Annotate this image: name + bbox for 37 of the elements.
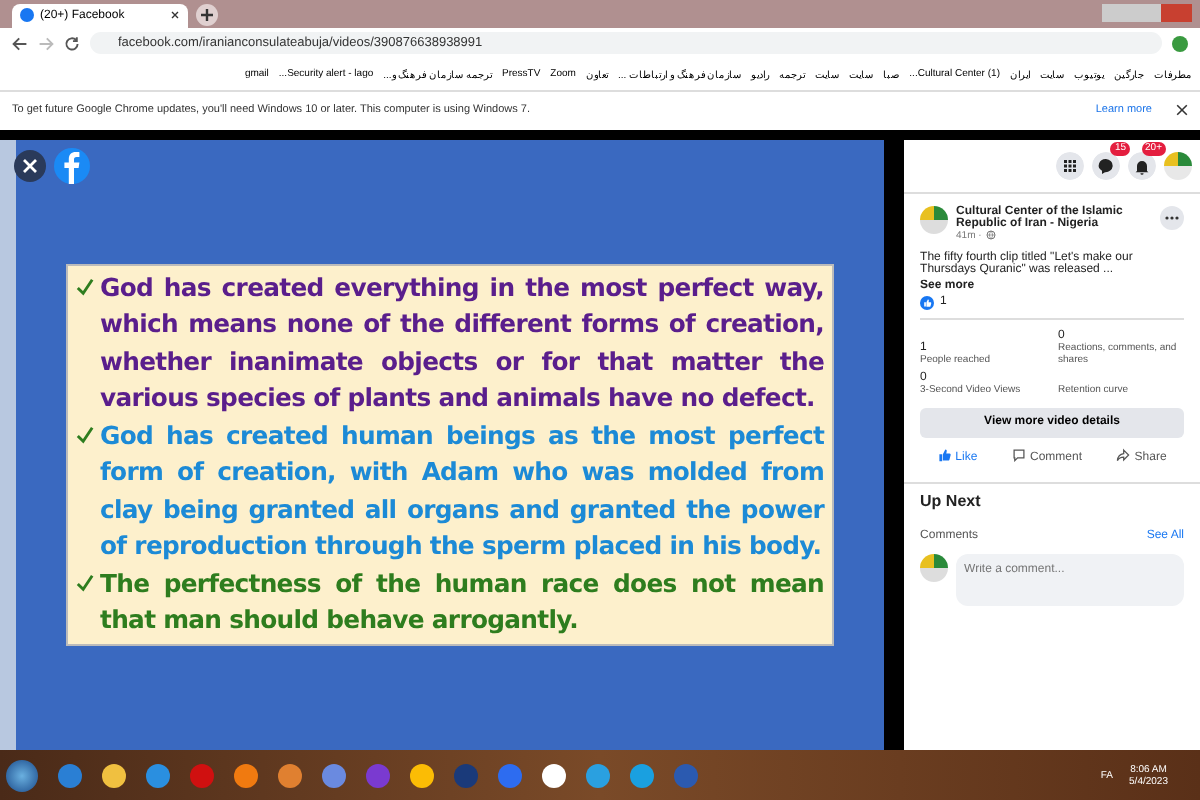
check-mark-icon bbox=[76, 573, 95, 592]
more-button[interactable] bbox=[1160, 205, 1184, 230]
page-avatar bbox=[920, 205, 949, 234]
facebook-icon bbox=[20, 8, 34, 23]
taskbar-app-icon[interactable] bbox=[278, 763, 302, 788]
slide-bullet-text: God has created everything in the most perfect way, which means none of the different forms of creation, whether inanimate objects or for that matter the various species of plants and animals have no defect. bbox=[100, 269, 825, 417]
check-mark-icon bbox=[76, 277, 95, 296]
back-icon[interactable] bbox=[12, 35, 28, 52]
slide-bullet-text: The perfectness of the human race does not mean that man should behave arrogantly. bbox=[100, 565, 825, 639]
new-tab-button[interactable] bbox=[196, 3, 218, 26]
profile-avatar[interactable] bbox=[1172, 35, 1188, 52]
thumbs-up-icon bbox=[937, 447, 952, 462]
menu-grid-icon[interactable] bbox=[1056, 151, 1084, 180]
profile-avatar[interactable] bbox=[1164, 151, 1192, 180]
user-avatar bbox=[920, 553, 949, 582]
globe-icon bbox=[985, 230, 996, 241]
close-icon[interactable] bbox=[170, 10, 180, 21]
window-controls-icon[interactable] bbox=[1102, 3, 1192, 22]
section-heading: Up Next bbox=[904, 481, 1200, 518]
slide-bullet-text: God has created human beings as the most perfect form of creation, with Adam who was molded from clay being granted all organs and granted the power of reproduction through the sperm placed in his body. bbox=[100, 417, 825, 565]
messenger-icon[interactable] bbox=[1092, 151, 1120, 180]
facebook-logo-icon bbox=[54, 147, 90, 184]
reload-icon[interactable] bbox=[64, 35, 80, 52]
check-mark-icon bbox=[76, 425, 95, 444]
taskbar-app-icon[interactable] bbox=[146, 763, 170, 788]
taskbar-app-icon[interactable] bbox=[234, 763, 258, 788]
share-arrow-icon bbox=[1116, 447, 1131, 462]
taskbar-app-icon[interactable] bbox=[542, 763, 566, 788]
video-player[interactable] bbox=[0, 139, 885, 751]
like-reaction-icon bbox=[920, 295, 935, 310]
speech-bubble-icon bbox=[1011, 447, 1026, 462]
taskbar-app-icon[interactable] bbox=[410, 763, 434, 788]
bell-icon[interactable] bbox=[1128, 151, 1156, 180]
start-button[interactable] bbox=[6, 759, 38, 792]
close-button[interactable] bbox=[14, 149, 46, 182]
close-icon[interactable] bbox=[1176, 104, 1188, 117]
taskbar-app-icon[interactable] bbox=[102, 763, 126, 788]
